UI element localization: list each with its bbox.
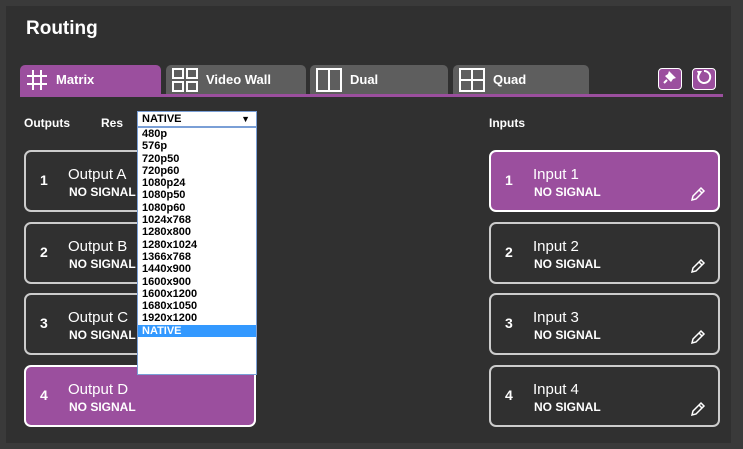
input-status: NO SIGNAL [534, 185, 601, 199]
resolution-option[interactable]: 1080p24 [138, 177, 256, 189]
input-name: Input 3 [533, 309, 579, 326]
input-number: 4 [505, 387, 513, 403]
resolution-option[interactable]: 1680x1050 [138, 300, 256, 312]
resolution-option[interactable]: 1080p50 [138, 189, 256, 201]
inputs-label: Inputs [489, 116, 525, 130]
output-status: NO SIGNAL [69, 400, 136, 414]
output-name: Output C [68, 309, 129, 326]
edit-icon[interactable] [690, 401, 706, 422]
resolution-option[interactable]: 576p [138, 140, 256, 152]
input-number: 3 [505, 315, 513, 331]
output-status: NO SIGNAL [69, 257, 136, 271]
video-wall-icon [172, 67, 198, 92]
tab-matrix[interactable]: Matrix [20, 65, 161, 94]
resolution-option[interactable]: 1080p60 [138, 202, 256, 214]
resolution-select[interactable]: NATIVE ▼ [137, 111, 257, 127]
input-card[interactable]: 4 Input 4 NO SIGNAL [489, 365, 720, 427]
resolution-option-selected[interactable]: NATIVE [138, 324, 256, 338]
edit-icon[interactable] [690, 186, 706, 207]
output-name: Output B [68, 238, 128, 255]
pin-button[interactable] [658, 68, 682, 90]
resolution-option[interactable]: 720p60 [138, 165, 256, 177]
edit-icon[interactable] [690, 258, 706, 279]
resolution-option[interactable]: 1440x900 [138, 263, 256, 275]
resolution-option[interactable]: 1600x900 [138, 276, 256, 288]
input-status: NO SIGNAL [534, 328, 601, 342]
outputs-label: Outputs [24, 116, 70, 130]
tab-bar: Matrix Video Wall Dual Quad [20, 65, 723, 97]
input-status: NO SIGNAL [534, 257, 601, 271]
tab-quad-label: Quad [493, 72, 527, 87]
tab-quad[interactable]: Quad [453, 65, 589, 94]
input-number: 2 [505, 244, 513, 260]
output-number: 3 [40, 315, 48, 331]
input-card[interactable]: 3 Input 3 NO SIGNAL [489, 293, 720, 355]
refresh-button[interactable] [692, 68, 716, 90]
input-number: 1 [505, 172, 513, 188]
input-status: NO SIGNAL [534, 400, 601, 414]
resolution-option[interactable]: 720p50 [138, 153, 256, 165]
resolution-option[interactable]: 1366x768 [138, 251, 256, 263]
output-number: 1 [40, 172, 48, 188]
input-name: Input 1 [533, 166, 579, 183]
resolution-option[interactable]: 1600x1200 [138, 288, 256, 300]
output-number: 4 [40, 387, 48, 403]
dual-icon [316, 67, 342, 92]
quad-icon [459, 67, 485, 92]
input-name: Input 4 [533, 381, 579, 398]
chevron-down-icon: ▼ [241, 114, 250, 124]
page-title: Routing [26, 18, 98, 39]
tab-video-wall-label: Video Wall [206, 72, 272, 87]
tab-dual-label: Dual [350, 72, 379, 87]
output-status: NO SIGNAL [69, 328, 136, 342]
edit-icon[interactable] [690, 329, 706, 350]
output-name: Output A [68, 166, 127, 183]
output-status: NO SIGNAL [69, 185, 136, 199]
pin-icon [663, 70, 677, 89]
resolution-option[interactable]: 1024x768 [138, 214, 256, 226]
resolution-select-value: NATIVE [142, 113, 182, 125]
resolution-option[interactable]: 1280x1024 [138, 239, 256, 251]
resolution-option[interactable]: 1280x800 [138, 226, 256, 238]
tab-matrix-label: Matrix [56, 72, 95, 87]
res-label: Res [101, 116, 124, 130]
input-card-selected[interactable]: 1 Input 1 NO SIGNAL [489, 150, 720, 212]
resolution-option[interactable]: 1920x1200 [138, 312, 256, 324]
resolution-option[interactable]: 480p [138, 128, 256, 140]
grid-icon [26, 69, 48, 91]
refresh-icon [696, 69, 712, 90]
resolution-dropdown: 480p 576p 720p50 720p60 1080p24 1080p50 … [137, 127, 257, 375]
tab-video-wall[interactable]: Video Wall [166, 65, 306, 94]
output-number: 2 [40, 244, 48, 260]
output-name: Output D [68, 381, 129, 398]
tab-dual[interactable]: Dual [310, 65, 448, 94]
input-card[interactable]: 2 Input 2 NO SIGNAL [489, 222, 720, 284]
input-name: Input 2 [533, 238, 579, 255]
